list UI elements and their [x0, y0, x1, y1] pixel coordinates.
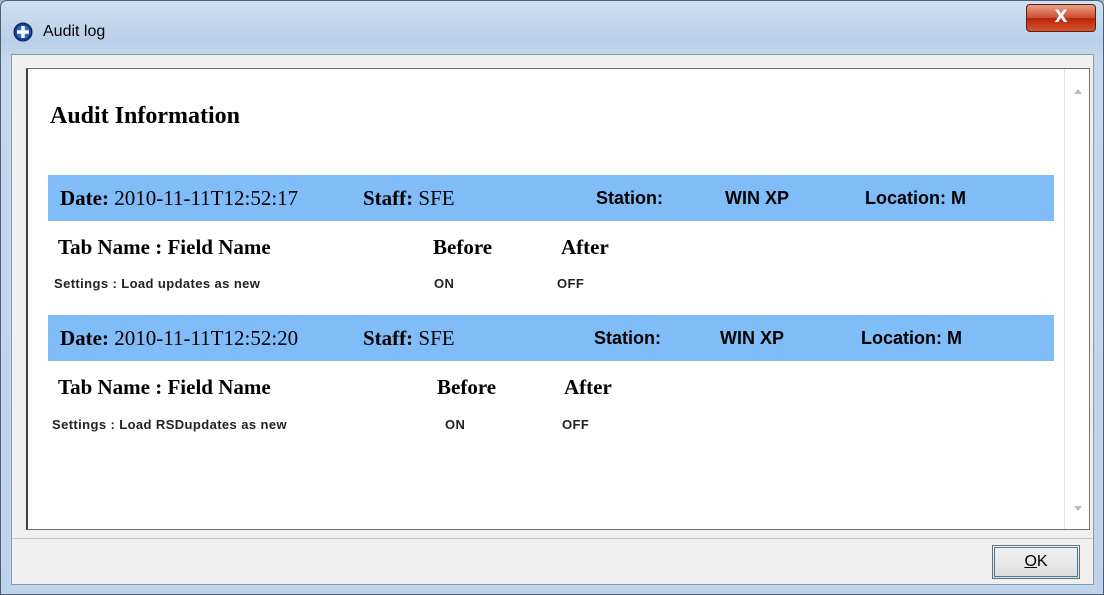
column-header-after: After: [564, 375, 612, 399]
staff-label: Staff:: [363, 186, 414, 210]
vertical-scrollbar[interactable]: [1064, 69, 1089, 529]
close-button[interactable]: X: [1026, 4, 1096, 32]
footer-divider: [12, 538, 1093, 539]
audit-report-content: Audit Information Date: 2010-11-11T12:52…: [28, 69, 1054, 529]
scroll-down-icon[interactable]: [1074, 506, 1082, 511]
title-bar[interactable]: Audit log X: [1, 1, 1103, 57]
page-title: Audit Information: [50, 103, 241, 129]
before-value-cell: ON: [445, 417, 466, 432]
date-value: 2010-11-11T12:52:20: [114, 326, 299, 350]
column-header-field: Tab Name : Field Name: [58, 375, 271, 399]
station-value: WIN XP: [720, 328, 785, 348]
column-header-before: Before: [437, 375, 497, 399]
after-value-cell: OFF: [557, 276, 585, 291]
staff-field: Staff: SFE: [363, 315, 455, 361]
column-header-field: Tab Name : Field Name: [58, 235, 271, 259]
field-name-cell: Settings : Load updates as new: [54, 276, 261, 291]
staff-label: Staff:: [363, 326, 414, 350]
column-header-before: Before: [433, 235, 493, 259]
date-field: Date: 2010-11-11T12:52:17: [60, 175, 298, 221]
scroll-up-icon[interactable]: [1074, 89, 1082, 94]
field-name-cell: Settings : Load RSDupdates as new: [52, 417, 287, 432]
date-label: Date:: [60, 186, 109, 210]
after-value-cell: OFF: [562, 417, 590, 432]
location-value: M: [947, 328, 963, 348]
location-label: Location:: [865, 188, 946, 208]
ok-accelerator: O: [1024, 553, 1037, 570]
dialog-client-area: Audit Information Date: 2010-11-11T12:52…: [11, 54, 1094, 585]
audit-log-window: Audit log X Audit Information Date: 2010…: [0, 0, 1104, 595]
record-header: Date: 2010-11-11T12:52:17 Staff: SFE Sta…: [48, 175, 1054, 221]
location-label: Location:: [861, 328, 942, 348]
date-value: 2010-11-11T12:52:17: [114, 186, 299, 210]
staff-value: SFE: [418, 186, 455, 210]
window-title: Audit log: [43, 23, 106, 40]
record-header: Date: 2010-11-11T12:52:20 Staff: SFE Sta…: [48, 315, 1054, 361]
location-value: M: [951, 188, 967, 208]
date-label: Date:: [60, 326, 109, 350]
location-field: Location: M: [861, 315, 962, 361]
staff-value: SFE: [418, 326, 455, 350]
ok-label: K: [1036, 553, 1048, 570]
station-label: Station:: [594, 328, 661, 348]
date-field: Date: 2010-11-11T12:52:20: [60, 315, 298, 361]
close-icon: X: [1054, 7, 1068, 27]
app-icon: [13, 22, 33, 42]
station-value: WIN XP: [725, 188, 790, 208]
location-field: Location: M: [865, 175, 966, 221]
ok-button[interactable]: OK: [992, 545, 1080, 579]
station-label: Station:: [596, 188, 663, 208]
column-header-after: After: [561, 235, 609, 259]
staff-field: Staff: SFE: [363, 175, 455, 221]
before-value-cell: ON: [434, 276, 455, 291]
audit-report-pane[interactable]: Audit Information Date: 2010-11-11T12:52…: [26, 68, 1090, 530]
